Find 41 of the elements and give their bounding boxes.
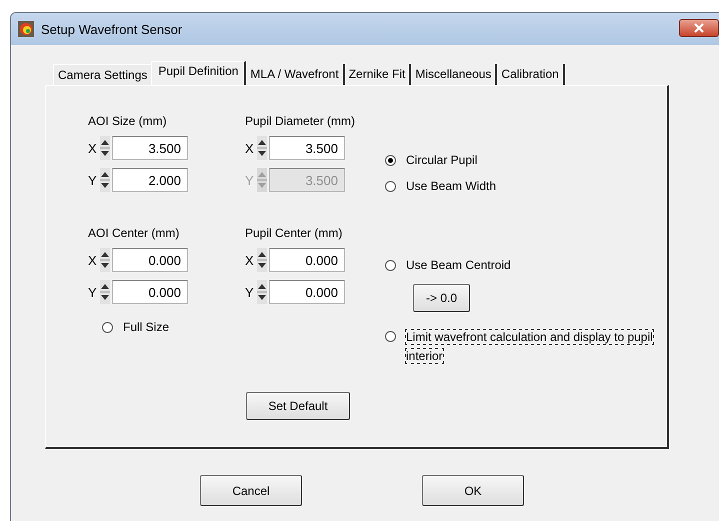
group-label: AOI Center (mm) (88, 226, 180, 242)
axis-label: Y (245, 172, 255, 188)
spin-arrows-icon[interactable] (257, 280, 267, 304)
centroid-radio[interactable]: Use Beam Centroid (385, 252, 511, 278)
axis-label: X (88, 252, 98, 268)
axis-label: X (88, 140, 98, 156)
number-field[interactable]: 0.000 (112, 248, 188, 272)
number-field[interactable]: 3.500 (112, 136, 188, 160)
dialog-button[interactable]: OK (422, 475, 524, 506)
axis-label: Y (88, 284, 98, 300)
group-label: Pupil Center (mm) (245, 226, 344, 242)
tab[interactable]: Camera Settings (53, 64, 152, 85)
limit-radio[interactable]: Limit wavefront calculation and display to pupil interior (385, 328, 656, 366)
set-default-button[interactable]: Set Default (246, 392, 350, 420)
spin-arrows-icon[interactable] (100, 136, 110, 160)
axis-label: Y (88, 172, 98, 188)
pupil-radio[interactable]: Use Beam Width (385, 173, 496, 199)
tab[interactable]: Pupil Definition (151, 61, 246, 85)
axis-label: X (245, 252, 255, 268)
spin-arrows-icon[interactable] (257, 136, 267, 160)
number-field[interactable]: 3.500 (269, 136, 345, 160)
close-button[interactable] (679, 19, 719, 37)
pupil-radio[interactable]: Circular Pupil (385, 147, 478, 173)
axis-label: X (245, 140, 255, 156)
full-size-radio[interactable]: Full Size (102, 314, 245, 340)
number-field[interactable]: 0.000 (269, 280, 345, 304)
window-title: Setup Wavefront Sensor (41, 22, 182, 36)
spin-arrows-icon[interactable] (257, 248, 267, 272)
number-field[interactable]: 0.000 (112, 280, 188, 304)
number-field[interactable]: 0.000 (269, 248, 345, 272)
spin-arrows-icon[interactable] (100, 168, 110, 192)
app-icon (17, 20, 35, 38)
zero-button[interactable]: -> 0.0 (413, 284, 470, 312)
spin-arrows-icon[interactable] (100, 280, 110, 304)
number-field[interactable]: 2.000 (112, 168, 188, 192)
spin-arrows-icon[interactable] (100, 248, 110, 272)
axis-label: Y (245, 284, 255, 300)
close-icon (693, 23, 705, 33)
group-label: AOI Size (mm) (88, 114, 168, 130)
dialog-button[interactable]: Cancel (200, 475, 302, 506)
group-label: Pupil Diameter (mm) (245, 114, 356, 130)
